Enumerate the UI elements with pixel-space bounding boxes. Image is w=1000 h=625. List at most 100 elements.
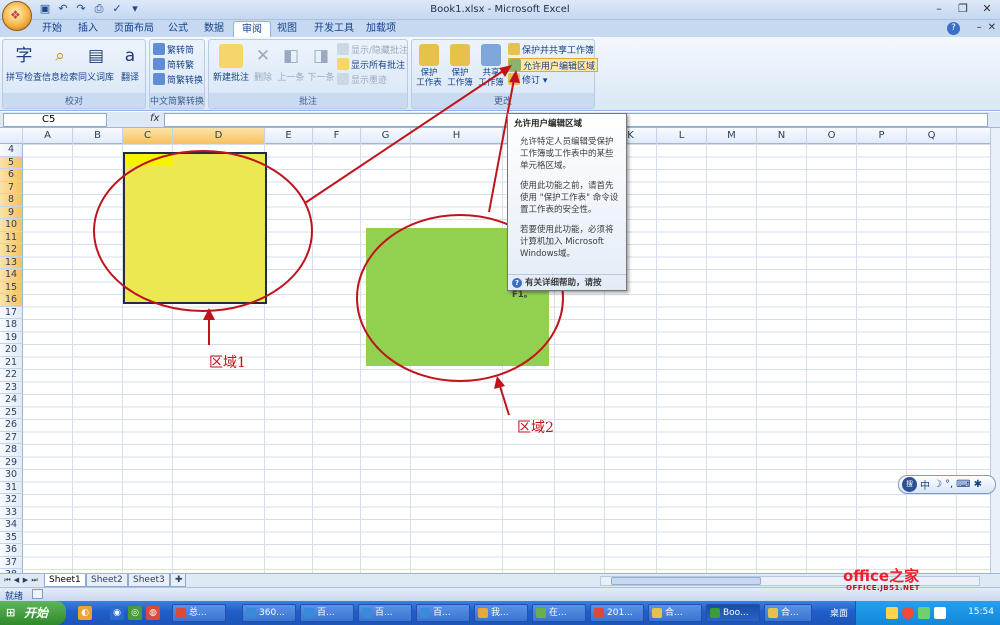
tab-addins[interactable]: 加载项	[358, 21, 404, 37]
show-ink-button[interactable]: 显示墨迹	[337, 73, 387, 87]
row-header[interactable]: 7	[0, 181, 23, 194]
row-header[interactable]: 28	[0, 444, 23, 457]
row-header[interactable]: 21	[0, 356, 23, 369]
row-header[interactable]: 14	[0, 269, 23, 282]
scroll-thumb[interactable]	[611, 577, 761, 585]
taskbar-button[interactable]: Boo...	[706, 604, 760, 622]
row-header[interactable]: 26	[0, 419, 23, 432]
track-changes-button[interactable]: 修订 ▾	[508, 73, 547, 87]
row-header[interactable]: 5	[0, 156, 23, 169]
row-header[interactable]: 24	[0, 394, 23, 407]
punctuation-icon[interactable]: °,	[945, 479, 953, 490]
column-header[interactable]: H	[411, 128, 503, 144]
yellow-range-region[interactable]	[123, 152, 267, 304]
show-hide-comment-button[interactable]: 显示/隐藏批注	[337, 43, 408, 57]
horizontal-scrollbar[interactable]	[600, 576, 980, 586]
column-header[interactable]: P	[857, 128, 907, 144]
protect-share-workbook-button[interactable]: 保护并共享工作簿	[508, 43, 594, 57]
quick-launch-icon[interactable]: ◉	[110, 606, 124, 620]
row-header[interactable]: 9	[0, 206, 23, 219]
tab-review[interactable]: 审阅	[233, 21, 271, 37]
row-header[interactable]: 27	[0, 431, 23, 444]
new-comment-button[interactable]: 新建批注	[211, 42, 251, 94]
column-header[interactable]: B	[73, 128, 123, 144]
row-header[interactable]: 36	[0, 544, 23, 557]
show-all-comments-button[interactable]: 显示所有批注	[337, 58, 405, 72]
taskbar-button[interactable]: 百...	[300, 604, 354, 622]
row-header[interactable]: 16	[0, 294, 23, 307]
sheet-tab[interactable]: Sheet3	[128, 574, 170, 587]
row-header[interactable]: 15	[0, 281, 23, 294]
tray-icon[interactable]	[918, 607, 930, 619]
row-header[interactable]: 30	[0, 469, 23, 482]
start-button[interactable]: ⊞ 开始	[0, 601, 66, 625]
column-header[interactable]: Q	[907, 128, 957, 144]
next-comment-button[interactable]: ◨ 下一条	[306, 42, 336, 94]
help-icon[interactable]: ?	[947, 22, 960, 35]
row-header[interactable]: 35	[0, 531, 23, 544]
minimize-icon[interactable]: –	[928, 2, 950, 17]
clock[interactable]: 15:54	[968, 607, 994, 617]
quick-launch-icon[interactable]: ◎	[128, 606, 142, 620]
previous-comment-button[interactable]: ◧ 上一条	[276, 42, 306, 94]
translate-button[interactable]: a 翻译	[111, 42, 149, 94]
row-header[interactable]: 6	[0, 169, 23, 182]
ime-mode[interactable]: 中	[920, 477, 930, 492]
tab-formulas[interactable]: 公式	[160, 21, 196, 37]
prev-sheet-icon[interactable]: ◀	[12, 575, 21, 586]
first-sheet-icon[interactable]: ⏮	[3, 575, 12, 586]
thesaurus-button[interactable]: ▤ 同义词库	[77, 42, 115, 94]
quick-launch-icon[interactable]: ◍	[146, 606, 160, 620]
taskbar-button[interactable]: 合...	[764, 604, 812, 622]
column-header[interactable]: C	[123, 128, 173, 144]
taskbar-button[interactable]: 在...	[532, 604, 586, 622]
row-header[interactable]: 22	[0, 369, 23, 382]
share-workbook-button[interactable]: 共享 工作簿	[476, 42, 506, 94]
office-button[interactable]: ❖	[2, 1, 32, 31]
macro-record-icon[interactable]	[32, 589, 43, 599]
row-header[interactable]: 12	[0, 244, 23, 257]
tab-developer[interactable]: 开发工具	[306, 21, 362, 37]
column-header[interactable]: A	[23, 128, 73, 144]
protect-sheet-button[interactable]: 保护 工作表	[414, 42, 444, 94]
quick-launch-icon[interactable]: ◐	[78, 606, 92, 620]
minimize-icon[interactable]: –	[977, 22, 982, 33]
research-button[interactable]: ⌕ 信息检索	[41, 42, 79, 94]
keyboard-icon[interactable]: ⌨	[956, 479, 970, 490]
delete-comment-button[interactable]: ✕ 删除	[251, 42, 275, 94]
row-header[interactable]: 33	[0, 506, 23, 519]
insert-sheet-icon[interactable]: ✚	[170, 574, 186, 587]
tab-data[interactable]: 数据	[196, 21, 232, 37]
select-all-corner[interactable]	[0, 128, 23, 144]
ime-toolbar[interactable]: 搜 中 ☽ °, ⌨ ✱	[898, 475, 996, 494]
to-traditional-button[interactable]: 简转繁	[153, 58, 194, 72]
column-header[interactable]: G	[361, 128, 411, 144]
row-header[interactable]: 20	[0, 344, 23, 357]
taskbar-button[interactable]: 201...	[590, 604, 644, 622]
close-icon[interactable]: ✕	[976, 2, 998, 17]
column-header[interactable]: E	[265, 128, 313, 144]
insert-function-icon[interactable]: fx	[150, 113, 159, 124]
last-sheet-icon[interactable]: ⏭	[30, 575, 39, 586]
tab-view[interactable]: 视图	[269, 21, 305, 37]
restore-icon[interactable]: ❐	[952, 2, 974, 17]
row-header[interactable]: 37	[0, 556, 23, 569]
tab-home[interactable]: 开始	[34, 21, 70, 37]
taskbar-button[interactable]: 百...	[416, 604, 470, 622]
tray-icon[interactable]	[934, 607, 946, 619]
taskbar-button[interactable]: 360...	[242, 604, 296, 622]
sheet-tab[interactable]: Sheet2	[86, 574, 128, 587]
column-header[interactable]: L	[657, 128, 707, 144]
taskbar-button[interactable]: 百...	[358, 604, 412, 622]
column-header[interactable]: F	[313, 128, 361, 144]
taskbar-button[interactable]: 合...	[648, 604, 702, 622]
row-header[interactable]: 13	[0, 256, 23, 269]
protect-workbook-button[interactable]: 保护 工作簿	[444, 42, 476, 94]
tab-insert[interactable]: 插入	[70, 21, 106, 37]
row-header[interactable]: 4	[0, 144, 23, 157]
spelling-button[interactable]: 字 拼写检查	[5, 42, 43, 94]
to-simplified-button[interactable]: 繁转简	[153, 43, 194, 57]
row-header[interactable]: 25	[0, 406, 23, 419]
tray-icon[interactable]	[886, 607, 898, 619]
chinese-convert-button[interactable]: 简繁转换	[153, 73, 203, 87]
